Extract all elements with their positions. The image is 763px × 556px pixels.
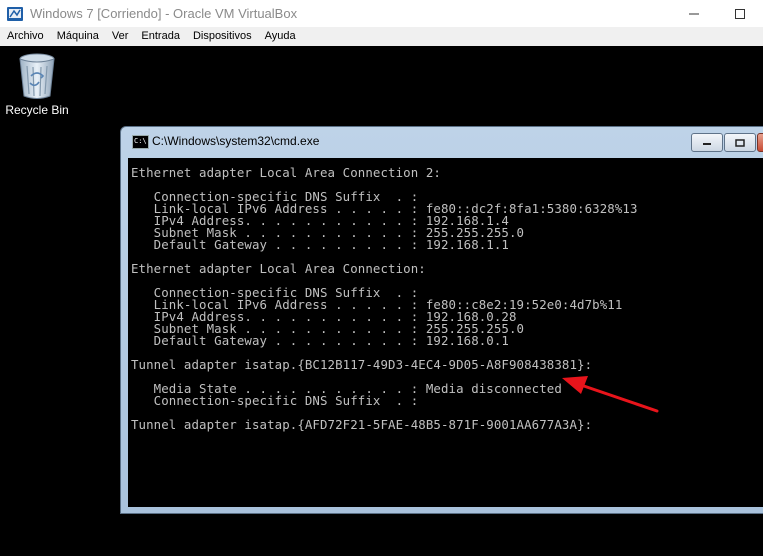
annotation-arrow	[562, 376, 659, 413]
